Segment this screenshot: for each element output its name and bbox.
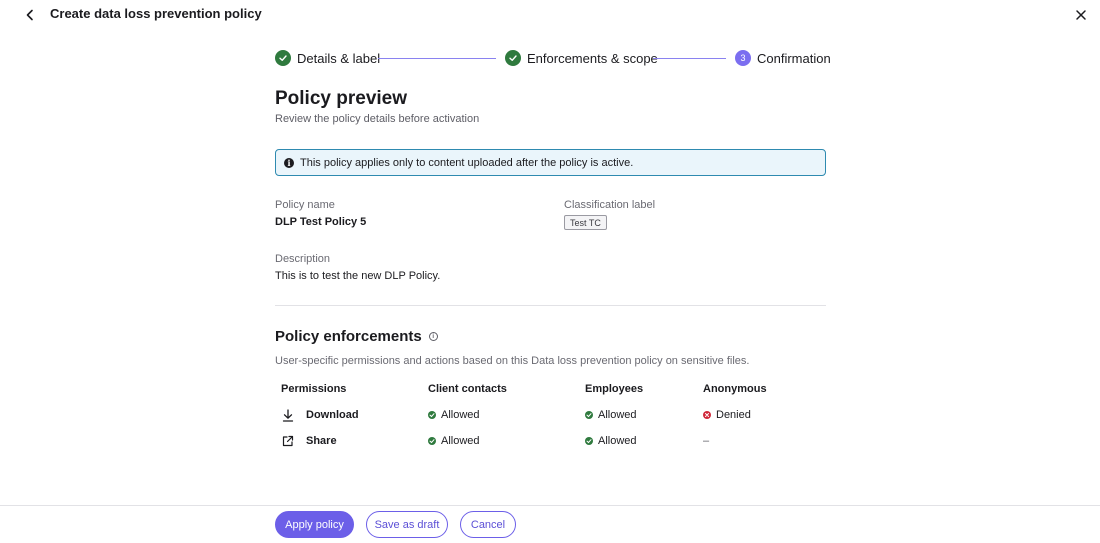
step-connector <box>653 58 726 59</box>
chevron-left-icon <box>26 9 33 21</box>
section-divider <box>275 305 826 306</box>
step-label: Confirmation <box>757 50 831 66</box>
status-cell: Denied <box>703 405 751 425</box>
info-icon[interactable]: i <box>428 332 438 341</box>
enforcements-description: User-specific permissions and actions ba… <box>275 355 750 367</box>
close-button[interactable] <box>1071 5 1091 25</box>
footer-bar <box>0 505 1100 543</box>
status-text: Allowed <box>598 409 637 421</box>
status-text: Denied <box>716 409 751 421</box>
description-label: Description <box>275 253 331 265</box>
check-icon <box>275 50 291 66</box>
cancel-button[interactable]: Cancel <box>460 511 516 538</box>
info-banner-text: This policy applies only to content uplo… <box>300 156 634 169</box>
save-draft-button[interactable]: Save as draft <box>366 511 448 538</box>
permission-cell: Download <box>281 405 359 425</box>
top-bar: Create data loss prevention policy <box>0 0 1100 30</box>
enforcements-title: Policy enforcements <box>275 328 422 345</box>
page-subtitle: Review the policy details before activat… <box>275 113 480 125</box>
x-circle-icon <box>703 411 711 419</box>
permission-cell: Share <box>281 431 337 451</box>
status-text: – <box>703 435 710 447</box>
status-text: Allowed <box>441 409 480 421</box>
dialog-title: Create data loss prevention policy <box>50 6 262 21</box>
column-header-anonymous: Anonymous <box>703 383 767 395</box>
back-button[interactable] <box>20 5 40 25</box>
page-title: Policy preview <box>275 88 408 109</box>
classification-label-heading: Classification label <box>564 199 656 211</box>
check-circle-icon <box>585 437 593 445</box>
column-header-client-contacts: Client contacts <box>428 383 507 395</box>
progress-stepper: Details & label Enforcements & scope 3 C… <box>275 48 831 68</box>
step-label: Details & label <box>297 50 381 66</box>
info-icon: i <box>284 157 294 168</box>
table-row: Share Allowed Allowed – <box>275 431 826 451</box>
check-circle-icon <box>428 437 436 445</box>
check-circle-icon <box>585 411 593 419</box>
status-cell: Allowed <box>585 405 637 425</box>
share-icon <box>281 434 295 448</box>
apply-policy-button[interactable]: Apply policy <box>275 511 354 538</box>
check-circle-icon <box>428 411 436 419</box>
status-cell: – <box>703 431 709 451</box>
table-row: Download Allowed Allowed Denied <box>275 405 826 425</box>
classification-tag: Test TC <box>564 215 607 230</box>
step-enforcements-scope[interactable]: Enforcements & scope <box>505 48 658 68</box>
policy-name-value: DLP Test Policy 5 <box>275 216 367 228</box>
step-number-badge: 3 <box>735 50 751 66</box>
status-cell: Allowed <box>428 405 480 425</box>
enforcements-heading: Policy enforcements i <box>275 328 438 345</box>
info-banner: i This policy applies only to content up… <box>275 149 826 176</box>
status-text: Allowed <box>441 435 480 447</box>
column-header-employees: Employees <box>585 383 644 395</box>
description-value: This is to test the new DLP Policy. <box>275 270 441 282</box>
policy-name-label: Policy name <box>275 199 335 211</box>
check-icon <box>505 50 521 66</box>
status-cell: Allowed <box>585 431 637 451</box>
permission-label: Share <box>306 435 337 447</box>
column-header-permissions: Permissions <box>281 383 347 395</box>
step-label: Enforcements & scope <box>527 50 658 66</box>
permission-label: Download <box>306 409 359 421</box>
step-connector <box>378 58 496 59</box>
close-icon <box>1076 10 1086 20</box>
status-cell: Allowed <box>428 431 480 451</box>
step-confirmation[interactable]: 3 Confirmation <box>735 48 831 68</box>
download-icon <box>281 408 295 422</box>
step-details-label[interactable]: Details & label <box>275 48 380 68</box>
status-text: Allowed <box>598 435 637 447</box>
